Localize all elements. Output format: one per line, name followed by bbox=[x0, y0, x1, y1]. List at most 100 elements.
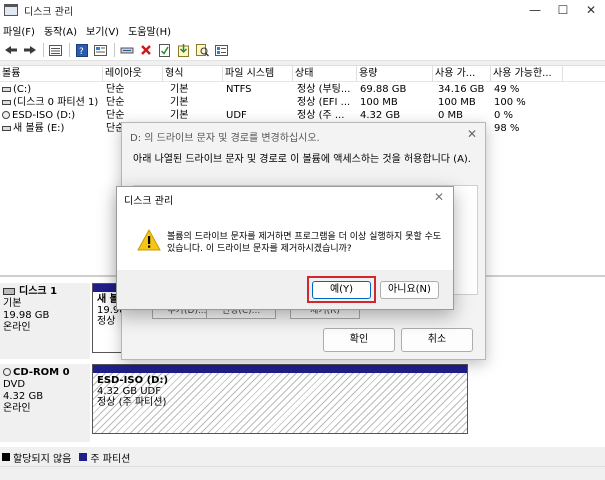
disk-type: 기본 bbox=[3, 298, 22, 309]
back-icon[interactable] bbox=[2, 42, 19, 58]
cdrom-0-partition[interactable]: ESD-ISO (D:) 4.32 GB UDF 정상 (주 파티션) bbox=[92, 364, 468, 434]
properties-icon[interactable] bbox=[92, 42, 109, 58]
column-status[interactable]: 상태 bbox=[293, 66, 357, 82]
volume-name: 새 볼륨 (E:) bbox=[13, 123, 65, 134]
volume-type: 기본 bbox=[170, 97, 189, 108]
toolbar: ? bbox=[0, 40, 605, 61]
volume-capacity: 69.88 GB bbox=[360, 84, 407, 95]
close-button[interactable]: ✕ bbox=[577, 0, 605, 20]
check-icon[interactable] bbox=[156, 42, 173, 58]
disk-management-icon bbox=[4, 4, 18, 16]
cancel-button[interactable]: 취소 bbox=[401, 328, 473, 352]
drive-icon bbox=[2, 99, 11, 105]
menu-help[interactable]: 도움말(H) bbox=[125, 23, 177, 38]
maximize-button[interactable]: ☐ bbox=[549, 0, 577, 20]
connect-icon[interactable] bbox=[118, 42, 135, 58]
toolbar-separator bbox=[114, 43, 115, 57]
toolbar-separator bbox=[43, 43, 44, 57]
volume-name: (C:) bbox=[13, 84, 32, 95]
cdrom-0-label[interactable]: CD-ROM 0 DVD 4.32 GB 온라인 bbox=[0, 364, 90, 442]
disk-size: 4.32 GB bbox=[3, 391, 44, 402]
volume-status: 정상 (EFI ... bbox=[297, 97, 351, 108]
dialog-title: 디스크 관리 bbox=[124, 196, 174, 207]
legend-unallocated: 할당되지 않음 bbox=[13, 453, 72, 465]
menu-bar: 파일(F) 동작(A) 보기(V) 도움말(H) bbox=[0, 20, 605, 40]
partition-size: 4.32 GB UDF bbox=[97, 386, 162, 397]
primary-partition-bar bbox=[93, 365, 467, 373]
confirm-remove-dialog: 디스크 관리 ✕ 볼륨의 드라이브 문자를 제거하면 프로그램을 더 이상 실행… bbox=[116, 186, 454, 310]
cd-icon bbox=[3, 368, 11, 376]
no-button[interactable]: 아니요(N) bbox=[380, 281, 439, 299]
view-icon[interactable] bbox=[213, 42, 230, 58]
volume-name: ESD-ISO (D:) bbox=[12, 110, 76, 121]
volume-name: (디스크 0 파티션 1) bbox=[13, 97, 99, 108]
volume-status: 정상 (부팅... bbox=[297, 84, 351, 95]
column-capacity[interactable]: 용량 bbox=[357, 66, 433, 82]
volume-status: 정상 (주 ... bbox=[297, 110, 345, 121]
disk-icon bbox=[3, 287, 15, 295]
volume-row[interactable]: (C:) 단순 기본 NTFS 정상 (부팅... 69.88 GB 34.16… bbox=[0, 83, 605, 96]
volume-capacity: 100 MB bbox=[360, 97, 398, 108]
help-icon[interactable]: ? bbox=[73, 42, 90, 58]
close-icon[interactable]: ✕ bbox=[467, 127, 477, 141]
volume-capacity: 4.32 GB bbox=[360, 110, 401, 121]
drive-icon bbox=[2, 125, 11, 131]
yes-button[interactable]: 예(Y) bbox=[312, 281, 371, 299]
close-icon[interactable]: ✕ bbox=[434, 190, 444, 204]
disk-1-label[interactable]: 디스크 1 기본 19.98 GB 온라인 bbox=[0, 283, 90, 359]
volume-percent-free: 100 % bbox=[494, 97, 526, 108]
legend-primary: 주 파티션 bbox=[90, 453, 131, 465]
search-icon[interactable] bbox=[194, 42, 211, 58]
column-filesystem[interactable]: 파일 시스템 bbox=[223, 66, 293, 82]
volume-type: 기본 bbox=[170, 84, 189, 95]
volume-layout: 단순 bbox=[106, 84, 125, 95]
menu-view[interactable]: 보기(V) bbox=[83, 23, 125, 38]
disk-size: 19.98 GB bbox=[3, 310, 50, 321]
import-icon[interactable] bbox=[175, 42, 192, 58]
svg-text:?: ? bbox=[79, 47, 84, 57]
volume-layout: 단순 bbox=[106, 110, 125, 121]
drive-icon bbox=[2, 86, 11, 92]
partition-status: 정상 (주 파티션) bbox=[97, 397, 167, 408]
column-percent-free[interactable]: 사용 가능한... bbox=[491, 66, 563, 82]
disk-type: DVD bbox=[3, 379, 26, 390]
menu-action[interactable]: 동작(A) bbox=[41, 23, 83, 38]
status-bar bbox=[0, 466, 605, 480]
disk-status: 온라인 bbox=[3, 403, 31, 414]
delete-icon[interactable] bbox=[137, 42, 154, 58]
volume-percent-free: 49 % bbox=[494, 84, 520, 95]
disk-name: CD-ROM 0 bbox=[13, 367, 70, 378]
volume-filesystem: NTFS bbox=[226, 84, 252, 95]
legend: 할당되지 않음 주 파티션 bbox=[0, 448, 605, 466]
toolbar-separator bbox=[69, 43, 70, 57]
menu-file[interactable]: 파일(F) bbox=[0, 23, 41, 38]
cd-icon bbox=[2, 111, 10, 119]
ok-button[interactable]: 확인 bbox=[323, 328, 395, 352]
partition-name: ESD-ISO (D:) bbox=[97, 375, 169, 386]
volume-list-header: 볼륨 레이아웃 형식 파일 시스템 상태 용량 사용 가... 사용 가능한..… bbox=[0, 66, 605, 82]
disk-name: 디스크 1 bbox=[19, 286, 58, 297]
warning-icon bbox=[137, 228, 161, 251]
minimize-button[interactable]: — bbox=[521, 0, 549, 20]
volume-filesystem: UDF bbox=[226, 110, 247, 121]
volume-free-space: 0 MB bbox=[438, 110, 464, 121]
unallocated-swatch bbox=[2, 453, 10, 461]
primary-swatch bbox=[79, 453, 88, 461]
column-layout[interactable]: 레이아웃 bbox=[103, 66, 163, 82]
column-free-space[interactable]: 사용 가... bbox=[433, 66, 491, 82]
forward-icon[interactable] bbox=[21, 42, 38, 58]
volume-free-space: 34.16 GB bbox=[438, 84, 485, 95]
column-volume[interactable]: 볼륨 bbox=[0, 66, 103, 82]
volume-row[interactable]: ESD-ISO (D:) 단순 기본 UDF 정상 (주 ... 4.32 GB… bbox=[0, 109, 605, 122]
window-title: 디스크 관리 bbox=[24, 6, 74, 18]
dialog-title: D: 의 드라이브 문자 및 경로를 변경하십시오. bbox=[130, 133, 320, 144]
volume-percent-free: 0 % bbox=[494, 110, 514, 121]
volume-type: 기본 bbox=[170, 110, 189, 121]
dialog-message: 볼륨의 드라이브 문자를 제거하면 프로그램을 더 이상 실행하지 못할 수도 … bbox=[167, 232, 442, 254]
volume-free-space: 100 MB bbox=[438, 97, 476, 108]
column-type[interactable]: 형식 bbox=[163, 66, 223, 82]
volume-layout: 단순 bbox=[106, 97, 125, 108]
list-icon[interactable] bbox=[47, 42, 64, 58]
volume-percent-free: 98 % bbox=[494, 123, 520, 134]
volume-row[interactable]: (디스크 0 파티션 1) 단순 기본 정상 (EFI ... 100 MB 1… bbox=[0, 96, 605, 109]
